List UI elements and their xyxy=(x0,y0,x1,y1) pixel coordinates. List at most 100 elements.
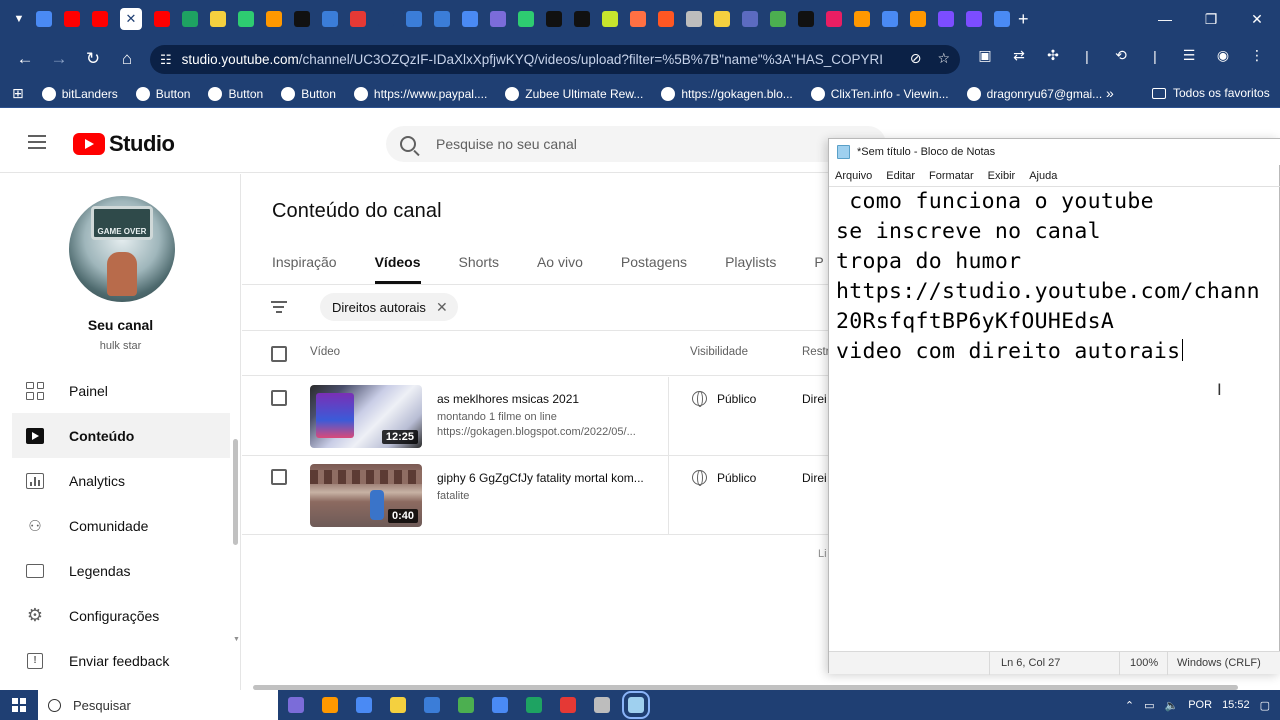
tab-favicon-icon[interactable] xyxy=(826,11,842,27)
tab-favicon-icon[interactable] xyxy=(546,11,562,27)
apps-grid-icon[interactable]: ⊞ xyxy=(12,85,24,102)
tab-favicon-icon[interactable] xyxy=(36,11,52,27)
site-info-icon[interactable]: ☷ xyxy=(160,52,172,68)
column-header-visibility[interactable]: Visibilidade xyxy=(690,346,748,358)
taskbar-app-icon[interactable] xyxy=(424,697,440,713)
sidebar-scrollbar[interactable] xyxy=(233,439,238,545)
restriction-label[interactable]: Direi xyxy=(802,392,827,406)
address-bar[interactable]: ☷ studio.youtube.com/channel/UC3OZQzIF-I… xyxy=(150,45,960,74)
bookmark-item[interactable]: Button xyxy=(281,86,336,101)
tab-favicon-icon[interactable] xyxy=(882,11,898,27)
bookmark-item[interactable]: https://www.paypal.... xyxy=(353,86,487,101)
media-icon[interactable]: ☰ xyxy=(1179,47,1199,64)
menu-arquivo[interactable]: Arquivo xyxy=(835,170,872,182)
video-title[interactable]: giphy 6 GgZgCfJy fatality mortal kom... xyxy=(437,471,657,485)
tab-favicon-icon[interactable] xyxy=(518,11,534,27)
bookmark-item[interactable]: Zubee Ultimate Rew... xyxy=(505,86,643,101)
tab-favicon-icon[interactable] xyxy=(910,11,926,27)
tab-favicon-icon[interactable] xyxy=(574,11,590,27)
minimize-button[interactable]: — xyxy=(1142,0,1188,38)
row-checkbox[interactable] xyxy=(271,469,287,485)
close-window-button[interactable]: ✕ xyxy=(1234,0,1280,38)
clock[interactable]: 15:52 xyxy=(1222,699,1250,711)
tab-ao-vivo[interactable]: Ao vivo xyxy=(537,244,583,284)
tab-favicon-icon[interactable] xyxy=(434,11,450,27)
restriction-label[interactable]: Direi xyxy=(802,471,827,485)
tab-favicon-icon[interactable] xyxy=(294,11,310,27)
video-title[interactable]: as meklhores msicas 2021 xyxy=(437,392,657,406)
sidebar-item-comunidade[interactable]: ⚇ Comunidade xyxy=(12,503,230,548)
bookmark-item[interactable]: ClixTen.info - Viewin... xyxy=(810,86,949,101)
bookmark-item[interactable]: dragonryu67@gmai... xyxy=(966,86,1102,101)
tab-favicon-icon[interactable] xyxy=(210,11,226,27)
sidebar-item-configuracoes[interactable]: ⚙ Configurações xyxy=(12,593,230,638)
tab-favicon-icon[interactable] xyxy=(64,11,80,27)
filter-icon[interactable] xyxy=(271,301,287,316)
puzzle-icon[interactable]: ✣ xyxy=(1043,47,1063,64)
visibility-cell[interactable]: Público xyxy=(692,470,756,486)
tab-favicon-icon[interactable] xyxy=(350,11,366,27)
tab-favicon-icon[interactable] xyxy=(154,11,170,27)
visibility-cell[interactable]: Público xyxy=(692,391,756,407)
sidebar-item-conteudo[interactable]: Conteúdo xyxy=(12,413,230,458)
menu-editar[interactable]: Editar xyxy=(886,170,915,182)
taskbar-app-icon[interactable] xyxy=(594,697,610,713)
notepad-title-bar[interactable]: *Sem título - Bloco de Notas xyxy=(829,139,1280,165)
channel-avatar[interactable]: GAME OVER xyxy=(69,196,175,302)
tab-favicon-icon[interactable] xyxy=(602,11,618,27)
maximize-button[interactable]: ❐ xyxy=(1188,0,1234,38)
tab-favicon-icon[interactable] xyxy=(238,11,254,27)
chevron-up-icon[interactable]: ⌃ xyxy=(1125,699,1134,712)
studio-logo[interactable]: Studio xyxy=(73,131,175,157)
back-button[interactable]: ← xyxy=(10,44,40,74)
taskbar-app-icon[interactable] xyxy=(356,697,372,713)
menu-formatar[interactable]: Formatar xyxy=(929,170,974,182)
row-checkbox[interactable] xyxy=(271,390,287,406)
taskbar-app-icon[interactable] xyxy=(622,691,650,719)
tab-favicon-icon[interactable] xyxy=(406,11,422,27)
extension-icon[interactable]: ▣ xyxy=(975,47,995,64)
tab-favicon-icon[interactable] xyxy=(994,11,1010,27)
tab-videos[interactable]: Vídeos xyxy=(374,244,421,284)
hamburger-menu-icon[interactable] xyxy=(28,135,46,149)
video-thumbnail[interactable]: 0:40 xyxy=(310,464,422,527)
bookmark-item[interactable]: Button xyxy=(135,86,190,101)
remove-filter-close-icon[interactable]: ✕ xyxy=(436,299,448,316)
tab-favicon-icon[interactable] xyxy=(798,11,814,27)
tab-shorts[interactable]: Shorts xyxy=(459,244,499,284)
tab-favicon-icon[interactable] xyxy=(742,11,758,27)
tab-postagens[interactable]: Postagens xyxy=(621,244,687,284)
sidebar-item-legendas[interactable]: Legendas xyxy=(12,548,230,593)
tab-favicon-icon[interactable] xyxy=(490,11,506,27)
reload-button[interactable]: ↻ xyxy=(78,44,108,74)
tab-favicon-icon[interactable] xyxy=(266,11,282,27)
scroll-down-arrow-icon[interactable]: ▼ xyxy=(233,636,240,643)
history-icon[interactable]: ⟲ xyxy=(1111,47,1131,64)
bookmark-item[interactable]: bitLanders xyxy=(41,86,118,101)
channel-search-input[interactable]: Pesquise no seu canal xyxy=(386,126,886,162)
select-all-checkbox[interactable] xyxy=(271,346,287,362)
taskbar-app-icon[interactable] xyxy=(492,697,508,713)
tab-favicon-icon[interactable] xyxy=(966,11,982,27)
sidebar-item-painel[interactable]: Painel xyxy=(12,368,230,413)
tab-favicon-icon[interactable] xyxy=(462,11,478,27)
all-bookmarks-folder[interactable]: Todos os favoritos xyxy=(1152,86,1270,100)
tab-favicon-icon[interactable] xyxy=(630,11,646,27)
bookmark-item[interactable]: https://gokagen.blo... xyxy=(661,86,793,101)
tab-favicon-icon[interactable] xyxy=(322,11,338,27)
more-bookmarks-chevron-icon[interactable]: » xyxy=(1106,85,1114,101)
network-icon[interactable]: ▭ xyxy=(1144,699,1154,712)
bookmark-star-icon[interactable]: ☆ xyxy=(937,50,950,67)
language-indicator[interactable]: POR xyxy=(1188,699,1212,711)
taskbar-app-icon[interactable] xyxy=(458,697,474,713)
volume-icon[interactable]: 🔈 xyxy=(1165,699,1179,712)
tab-favicon-icon[interactable] xyxy=(92,11,108,27)
sidebar-item-feedback[interactable]: ! Enviar feedback xyxy=(12,638,230,683)
tab-favicon-icon[interactable] xyxy=(182,11,198,27)
video-thumbnail[interactable]: 12:25 xyxy=(310,385,422,448)
translate-icon[interactable]: ⇄ xyxy=(1009,47,1029,64)
new-tab-button[interactable]: + xyxy=(1018,9,1029,30)
taskbar-app-icon[interactable] xyxy=(560,697,576,713)
tab-favicon-icon[interactable] xyxy=(770,11,786,27)
tab-favicon-icon[interactable] xyxy=(714,11,730,27)
